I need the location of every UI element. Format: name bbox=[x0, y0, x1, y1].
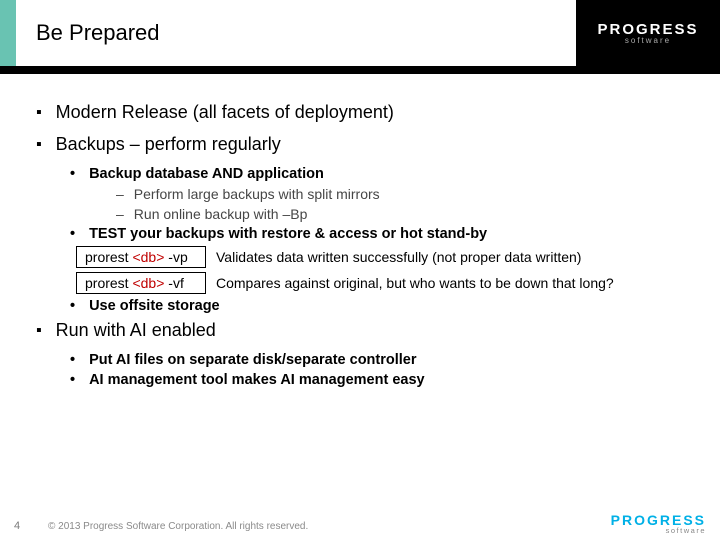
slide: Be Prepared PROGRESS software ▪ Modern R… bbox=[0, 0, 720, 540]
footer-logo: PROGRESS software bbox=[611, 513, 706, 535]
dot-bullet-icon: • bbox=[70, 372, 75, 388]
page-title: Be Prepared bbox=[36, 20, 160, 46]
page-number: 4 bbox=[14, 520, 20, 532]
square-bullet-icon: ▪ bbox=[36, 320, 42, 342]
bullet-text: Modern Release (all facets of deployment… bbox=[56, 102, 394, 124]
subsub-split-mirrors: – Perform large backups with split mirro… bbox=[116, 186, 686, 202]
subbullet-ai-tool: • AI management tool makes AI management… bbox=[70, 372, 686, 388]
bullet-text: Backups – perform regularly bbox=[56, 134, 281, 156]
copyright: © 2013 Progress Software Corporation. Al… bbox=[48, 521, 308, 532]
logo-text: PROGRESS bbox=[597, 22, 698, 37]
dot-bullet-icon: • bbox=[70, 166, 75, 182]
command-desc: Compares against original, but who wants… bbox=[216, 275, 614, 291]
dash-bullet-icon: – bbox=[116, 206, 124, 222]
dot-bullet-icon: • bbox=[70, 298, 75, 314]
bullet-text: AI management tool makes AI management e… bbox=[89, 372, 425, 388]
bullet-modern-release: ▪ Modern Release (all facets of deployme… bbox=[36, 102, 686, 124]
bullet-text: Use offsite storage bbox=[89, 298, 220, 314]
subbullet-backup-db: • Backup database AND application bbox=[70, 166, 686, 182]
bullet-text: Backup database AND application bbox=[89, 166, 324, 182]
cmd-part: -vf bbox=[164, 275, 183, 291]
dash-bullet-icon: – bbox=[116, 186, 124, 202]
bullet-text: Run online backup with –Bp bbox=[134, 206, 308, 222]
subsub-online-backup: – Run online backup with –Bp bbox=[116, 206, 686, 222]
logo-subtext: software bbox=[611, 527, 706, 535]
cmd-part: -vp bbox=[164, 249, 187, 265]
command-row-vp: prorest <db> -vp Validates data written … bbox=[76, 246, 686, 268]
square-bullet-icon: ▪ bbox=[36, 134, 42, 156]
logo-text: PROGRESS bbox=[611, 513, 706, 527]
progress-logo: PROGRESS software bbox=[597, 22, 698, 45]
command-desc: Validates data written successfully (not… bbox=[216, 249, 581, 265]
command-box: prorest <db> -vf bbox=[76, 272, 206, 294]
cmd-part: prorest bbox=[85, 275, 132, 291]
dot-bullet-icon: • bbox=[70, 352, 75, 368]
cmd-placeholder: <db> bbox=[132, 275, 164, 291]
command-box: prorest <db> -vp bbox=[76, 246, 206, 268]
header: Be Prepared PROGRESS software bbox=[0, 0, 720, 66]
content: ▪ Modern Release (all facets of deployme… bbox=[36, 96, 686, 392]
cmd-part: prorest bbox=[85, 249, 132, 265]
square-bullet-icon: ▪ bbox=[36, 102, 42, 124]
subbullet-offsite: • Use offsite storage bbox=[70, 298, 686, 314]
subbullet-test-backups: • TEST your backups with restore & acces… bbox=[70, 226, 686, 242]
bullet-text: TEST your backups with restore & access … bbox=[89, 226, 487, 242]
accent-bar bbox=[0, 0, 16, 66]
title-bar: Be Prepared bbox=[16, 0, 576, 66]
bullet-backups: ▪ Backups – perform regularly bbox=[36, 134, 686, 156]
cmd-placeholder: <db> bbox=[132, 249, 164, 265]
brand-box: PROGRESS software bbox=[576, 0, 720, 66]
divider-bar bbox=[0, 66, 720, 74]
bullet-text: Put AI files on separate disk/separate c… bbox=[89, 352, 416, 368]
footer: 4 © 2013 Progress Software Corporation. … bbox=[0, 510, 720, 540]
bullet-text: Run with AI enabled bbox=[56, 320, 216, 342]
bullet-text: Perform large backups with split mirrors bbox=[134, 186, 380, 202]
bullet-ai-enabled: ▪ Run with AI enabled bbox=[36, 320, 686, 342]
dot-bullet-icon: • bbox=[70, 226, 75, 242]
command-row-vf: prorest <db> -vf Compares against origin… bbox=[76, 272, 686, 294]
subbullet-ai-files: • Put AI files on separate disk/separate… bbox=[70, 352, 686, 368]
logo-subtext: software bbox=[597, 37, 698, 45]
